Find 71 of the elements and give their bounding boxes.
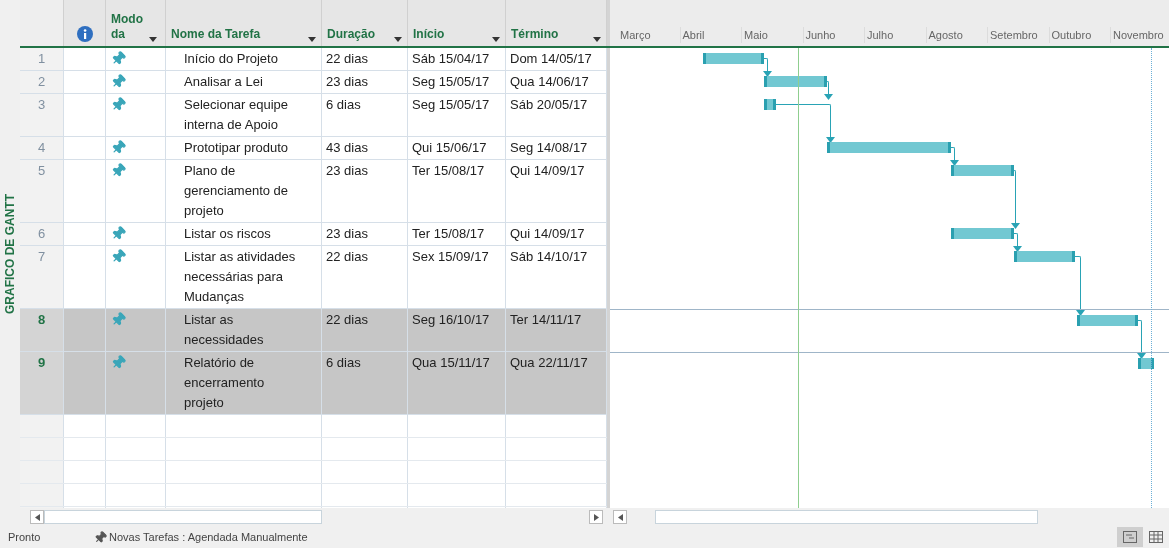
task-bar[interactable] — [1014, 251, 1075, 262]
row-header-cell[interactable] — [20, 438, 64, 460]
task-bar[interactable] — [951, 228, 1014, 239]
timescale-month: Outubro — [1048, 26, 1110, 43]
dropdown-caret-icon[interactable] — [593, 37, 601, 42]
row-number[interactable]: 4 — [20, 137, 64, 159]
task-name-cell: Listar as necessidades — [166, 309, 322, 351]
column-header[interactable]: Modo da — [111, 12, 145, 42]
dependency-arrow-icon — [763, 71, 773, 77]
row-number[interactable]: 3 — [20, 94, 64, 136]
row-header-cell[interactable] — [20, 415, 64, 437]
task-bar[interactable] — [703, 53, 765, 64]
column-header[interactable]: Término — [511, 27, 559, 42]
task-bar[interactable] — [1137, 358, 1155, 369]
task-bar[interactable] — [951, 165, 1014, 176]
select-all-corner[interactable] — [20, 0, 64, 46]
dropdown-caret-icon[interactable] — [308, 37, 316, 42]
dependency-arrow-icon — [1013, 246, 1022, 252]
dependency-arrow-icon — [824, 94, 834, 100]
dropdown-caret-icon[interactable] — [149, 37, 157, 42]
dependency-arrow-icon — [1136, 353, 1146, 359]
view-label: GRAFICO DE GANTT — [2, 194, 18, 314]
dependency-arrow-icon — [950, 160, 960, 166]
column-header[interactable]: Duração — [327, 27, 376, 42]
duration-cell: 22 dias — [322, 309, 408, 351]
dependency-arrow-icon — [1075, 310, 1085, 316]
gantt-view-icon[interactable] — [1117, 527, 1143, 547]
row-number[interactable]: 7 — [20, 246, 64, 308]
timescale-month: Setembro — [987, 26, 1049, 43]
row-number[interactable]: 9 — [20, 352, 64, 414]
dependency-arrow-icon — [1010, 223, 1020, 229]
row-header-cell[interactable] — [20, 484, 64, 506]
column-header[interactable]: Início — [413, 27, 445, 42]
duration-cell: 6 dias — [322, 352, 408, 414]
right-arrow-icon — [593, 513, 599, 521]
start-date-cell: Qua 15/11/17 — [408, 352, 506, 414]
start-date-cell: Seg 16/10/17 — [408, 309, 506, 351]
timescale-month: Maio — [741, 26, 803, 43]
row-header-cell[interactable] — [20, 461, 64, 483]
dropdown-caret-icon[interactable] — [394, 37, 402, 42]
timescale-month: Novembro — [1110, 26, 1169, 43]
timescale-month: Março — [619, 27, 652, 43]
column-header[interactable]: Nome da Tarefa — [171, 27, 261, 42]
task-name-cell: Relatório de encerramento projeto — [166, 352, 322, 414]
dependency-arrow-icon — [826, 137, 836, 143]
status-text: Pronto — [7, 529, 42, 545]
timescale-month: Junho — [802, 26, 864, 43]
left-arrow-icon — [617, 513, 623, 521]
scroll-right-button[interactable] — [589, 510, 603, 524]
scroll-left-button[interactable] — [30, 510, 44, 524]
task-bar[interactable] — [764, 76, 828, 87]
task-bar[interactable] — [827, 142, 952, 153]
left-arrow-icon — [34, 513, 40, 521]
scrollbar-thumb[interactable] — [44, 510, 322, 524]
scroll-left-button[interactable] — [613, 510, 627, 524]
timescale-month: Agosto — [925, 26, 987, 43]
finish-date-cell: Ter 14/11/17 — [506, 309, 607, 351]
scrollbar-thumb[interactable] — [655, 510, 1038, 524]
timescale-month: Abril — [679, 26, 741, 43]
dropdown-caret-icon[interactable] — [492, 37, 500, 42]
row-number[interactable]: 2 — [20, 71, 64, 93]
timescale-month: Julho — [864, 26, 926, 43]
row-number[interactable]: 5 — [20, 160, 64, 222]
task-bar[interactable] — [764, 99, 777, 110]
status-text[interactable]: Novas Tarefas : Agendada Manualmente — [107, 528, 308, 546]
info-icon — [76, 26, 93, 42]
row-number[interactable]: 8 — [20, 309, 64, 351]
row-number[interactable]: 1 — [20, 48, 64, 70]
task-bar[interactable] — [1076, 315, 1138, 326]
row-number[interactable]: 6 — [20, 223, 64, 245]
finish-date-cell: Qua 22/11/17 — [506, 352, 607, 414]
